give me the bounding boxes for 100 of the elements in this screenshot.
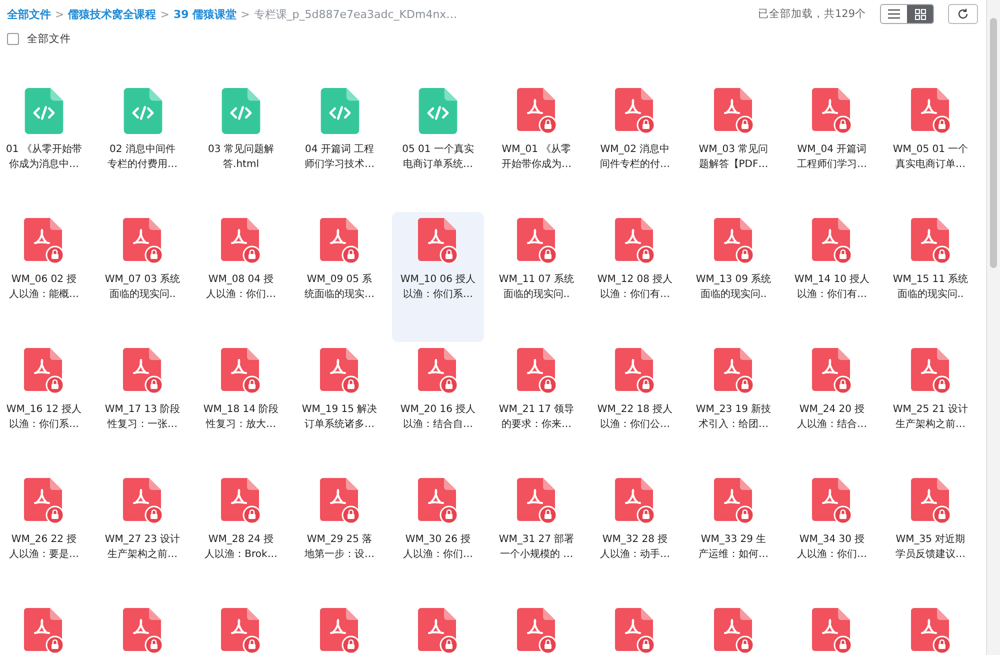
locked-pdf-icon (615, 88, 655, 134)
refresh-icon (957, 8, 969, 20)
locked-pdf-icon (910, 478, 950, 524)
scrollbar-thumb[interactable] (990, 18, 997, 268)
file-tile[interactable]: WM_13 09 系统 面临的现实问.. (688, 212, 780, 342)
locked-pdf-icon (910, 88, 950, 134)
file-name: WM_15 11 系统 面临的现实问.. (892, 272, 968, 302)
file-tile[interactable]: WM_05 01 一个 真实电商订单… (884, 82, 976, 212)
file-name: WM_24 20 授 人以渔：结合… (797, 403, 867, 432)
file-tile[interactable]: WM_17 13 阶段 性复习：一张… (96, 342, 188, 472)
file-tile[interactable]: WM_22 18 授人 以渔：你们公… (589, 342, 681, 472)
file-tile[interactable]: WM_10 06 授人 以渔：你们系… (392, 212, 484, 342)
locked-pdf-icon (221, 478, 261, 524)
file-tile[interactable]: WM_02 消息中 间件专栏的付… (589, 82, 681, 212)
locked-pdf-icon (516, 478, 556, 524)
file-name: WM_14 10 授人 以渔：你们有… (794, 273, 870, 302)
file-name: WM_03 常见问 题解答【PDF… (698, 142, 768, 172)
file-name: WM_13 09 系统 面临的现实问.. (696, 272, 772, 302)
locked-pdf-icon (418, 218, 458, 264)
file-tile[interactable]: WM_30 26 授 人以渔：你们… (392, 472, 484, 602)
file-tile[interactable]: WM_29 25 落 地第一步：设… (294, 472, 386, 602)
breadcrumb-link[interactable]: 儒猿技术窝全课程 (68, 6, 156, 22)
file-name: WM_35 对近期 学员反馈建议… (896, 532, 966, 562)
file-tile[interactable]: WM_28 24 授 人以渔：Brok… (195, 472, 287, 602)
file-tile[interactable]: WM_14 10 授人 以渔：你们有… (786, 212, 878, 342)
file-tile[interactable]: WM_16 12 授人 以渔：你们系… (0, 342, 90, 472)
file-name: 04 开篇词 工程 师们学习技术… (304, 143, 374, 172)
file-name: WM_21 17 领导 的要求：你来… (498, 403, 574, 432)
code-file-icon (320, 88, 360, 134)
file-name: 03 常见问题解 答.html (208, 142, 274, 172)
file-tile[interactable]: WM_26 22 授 人以渔：要是… (0, 472, 90, 602)
file-name: WM_16 12 授人 以渔：你们系… (6, 403, 82, 432)
locked-pdf-icon (221, 348, 261, 394)
file-tile[interactable]: WM_27 23 设计 生产架构之前… (96, 472, 188, 602)
code-file-icon (418, 88, 458, 134)
file-tile[interactable]: 03 常见问题解 答.html (195, 82, 287, 212)
breadcrumb-separator: > (240, 8, 250, 20)
file-tile[interactable]: WM_32 28 授 人以渔：动手… (589, 472, 681, 602)
list-icon (888, 9, 900, 19)
locked-pdf-icon (812, 218, 852, 264)
file-name: WM_25 21 设计 生产架构之前… (892, 402, 968, 432)
file-tile[interactable]: WM_06 02 授 人以渔：能概… (0, 212, 90, 342)
file-tile[interactable]: WM_19 15 解决 订单系统诸多… (294, 342, 386, 472)
file-tile[interactable]: WM_03 常见问 题解答【PDF… (688, 82, 780, 212)
refresh-button[interactable] (948, 4, 978, 24)
file-name: WM_08 04 授 人以渔：你们… (206, 273, 276, 302)
scrollbar[interactable] (986, 0, 1000, 655)
file-name: WM_33 29 生 产运维：如何… (698, 532, 768, 562)
file-tile[interactable]: 04 开篇词 工程 师们学习技术… (294, 82, 386, 212)
file-name: WM_05 01 一个 真实电商订单… (892, 143, 968, 172)
code-file-icon (221, 88, 261, 134)
file-tile[interactable]: WM_23 19 新技 术引入：给团… (688, 342, 780, 472)
file-tile[interactable]: WM_09 05 系 统面临的现实… (294, 212, 386, 342)
file-name: WM_27 23 设计 生产架构之前… (104, 532, 180, 562)
locked-pdf-icon (122, 478, 162, 524)
locked-pdf-icon (812, 478, 852, 524)
locked-pdf-icon (516, 88, 556, 134)
file-name: WM_01 《从零 开始带你成为… (502, 142, 572, 172)
file-tile[interactable]: WM_11 07 系统 面临的现实问.. (490, 212, 582, 342)
file-tile[interactable]: 05 01 一个真实 电商订单系统… (392, 82, 484, 212)
file-name: WM_31 27 部署 一个小规模的 … (498, 532, 574, 562)
file-name: WM_19 15 解决 订单系统诸多… (302, 402, 378, 432)
locked-pdf-icon (910, 348, 950, 394)
file-tile[interactable]: WM_24 20 授 人以渔：结合… (786, 342, 878, 472)
file-name: WM_23 19 新技 术引入：给团… (696, 402, 772, 432)
locked-pdf-icon (320, 478, 360, 524)
locked-pdf-icon (516, 348, 556, 394)
locked-pdf-icon (714, 218, 754, 264)
grid-icon (914, 8, 926, 20)
file-tile[interactable]: WM_12 08 授人 以渔：你们有… (589, 212, 681, 342)
locked-pdf-icon (122, 218, 162, 264)
file-tile[interactable]: 01 《从零开始带 你成为消息中… (0, 82, 90, 212)
locked-pdf-icon (24, 218, 64, 264)
file-tile[interactable]: WM_31 27 部署 一个小规模的 … (490, 472, 582, 602)
file-tile[interactable]: WM_07 03 系统 面临的现实问.. (96, 212, 188, 342)
file-tile[interactable]: WM_01 《从零 开始带你成为… (490, 82, 582, 212)
file-tile[interactable]: WM_04 开篇词 工程师们学习… (786, 82, 878, 212)
file-tile[interactable]: WM_35 对近期 学员反馈建议… (884, 472, 976, 602)
file-tile[interactable]: WM_34 30 授 人以渔：你们… (786, 472, 878, 602)
file-name: WM_04 开篇词 工程师们学习… (797, 143, 867, 172)
file-tile[interactable]: WM_21 17 领导 的要求：你来… (490, 342, 582, 472)
locked-pdf-icon (714, 88, 754, 134)
file-tile[interactable]: 02 消息中间件 专栏的付费用… (96, 82, 188, 212)
file-tile[interactable]: WM_20 16 授人 以渔：结合自… (392, 342, 484, 472)
breadcrumb-link[interactable]: 39 儒猿课堂 (173, 6, 237, 22)
file-name: WM_30 26 授 人以渔：你们… (403, 533, 473, 562)
select-all-checkbox[interactable] (7, 33, 19, 45)
file-tile[interactable]: WM_25 21 设计 生产架构之前… (884, 342, 976, 472)
code-file-icon (24, 88, 64, 134)
file-tile[interactable]: WM_15 11 系统 面临的现实问.. (884, 212, 976, 342)
file-tile[interactable]: WM_18 14 阶段 性复习：放大… (195, 342, 287, 472)
breadcrumb-link[interactable]: 全部文件 (7, 6, 51, 22)
file-tile[interactable]: WM_33 29 生 产运维：如何… (688, 472, 780, 602)
grid-view-button[interactable] (907, 5, 933, 23)
file-name: WM_32 28 授 人以渔：动手… (600, 533, 670, 562)
locked-pdf-icon (320, 348, 360, 394)
file-tile[interactable]: WM_08 04 授 人以渔：你们… (195, 212, 287, 342)
file-name: 05 01 一个真实 电商订单系统… (402, 142, 474, 172)
file-name: WM_09 05 系 统面临的现实… (304, 272, 374, 302)
locked-pdf-icon (615, 218, 655, 264)
